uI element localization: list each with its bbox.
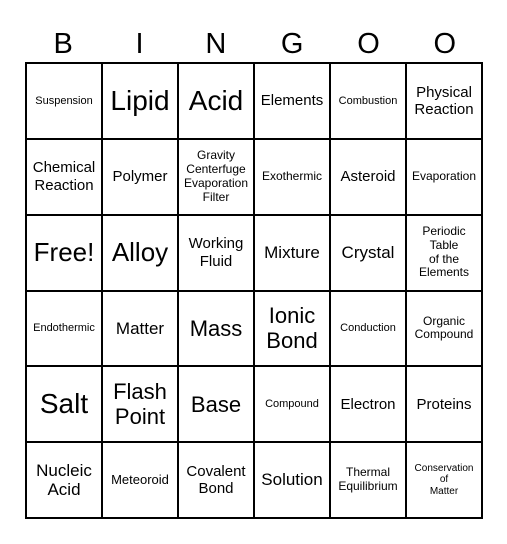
header-letter: I [135,28,144,60]
bingo-cell[interactable]: Mass [178,290,254,367]
bingo-cell[interactable]: Chemical Reaction [26,138,102,215]
bingo-cell[interactable]: Mixture [254,214,330,291]
bingo-cell[interactable]: Lipid [102,63,178,139]
bingo-cell[interactable]: Suspension [26,63,102,139]
bingo-cell[interactable]: Endothermic [26,290,102,367]
header-letter: N [205,28,227,60]
bingo-grid: Suspension Lipid Acid Elements Combustio… [25,62,483,519]
bingo-cell[interactable]: Solution [254,442,330,518]
header-letter: O [357,28,380,60]
bingo-cell[interactable]: Proteins [406,366,482,443]
bingo-cell[interactable]: Organic Compound [406,290,482,367]
bingo-cell[interactable]: Electron [330,366,406,443]
bingo-cell[interactable]: Acid [178,63,254,139]
bingo-cell[interactable]: Compound [254,366,330,443]
bingo-cell[interactable]: Conduction [330,290,406,367]
bingo-cell[interactable]: Periodic Table of the Elements [406,214,482,291]
bingo-cell[interactable]: Flash Point [102,366,178,443]
bingo-cell[interactable]: Elements [254,63,330,139]
bingo-cell[interactable]: Thermal Equilibrium [330,442,406,518]
bingo-cell[interactable]: Matter [102,290,178,367]
bingo-cell[interactable]: Crystal [330,214,406,291]
bingo-cell[interactable]: Conservation of Matter [406,442,482,518]
bingo-cell[interactable]: Salt [26,366,102,443]
bingo-cell[interactable]: Asteroid [330,138,406,215]
bingo-cell[interactable]: Combustion [330,63,406,139]
header-letter: O [433,28,457,60]
bingo-cell[interactable]: Ionic Bond [254,290,330,367]
bingo-cell[interactable]: Alloy [102,214,178,291]
header-letter: B [53,28,73,60]
bingo-cell[interactable]: Physical Reaction [406,63,482,139]
bingo-cell-free[interactable]: Free! [26,214,102,291]
bingo-cell[interactable]: Gravity Centerfuge Evaporation Filter [178,138,254,215]
bingo-cell[interactable]: Evaporation [406,138,482,215]
bingo-cell[interactable]: Base [178,366,254,443]
bingo-cell[interactable]: Meteoroid [102,442,178,518]
bingo-cell[interactable]: Nucleic Acid [26,442,102,518]
bingo-cell[interactable]: Exothermic [254,138,330,215]
bingo-cell[interactable]: Polymer [102,138,178,215]
bingo-cell[interactable]: Working Fluid [178,214,254,291]
header-letter: G [280,28,304,60]
bingo-cell[interactable]: Covalent Bond [178,442,254,518]
bingo-header: B I N G O O [25,26,483,62]
